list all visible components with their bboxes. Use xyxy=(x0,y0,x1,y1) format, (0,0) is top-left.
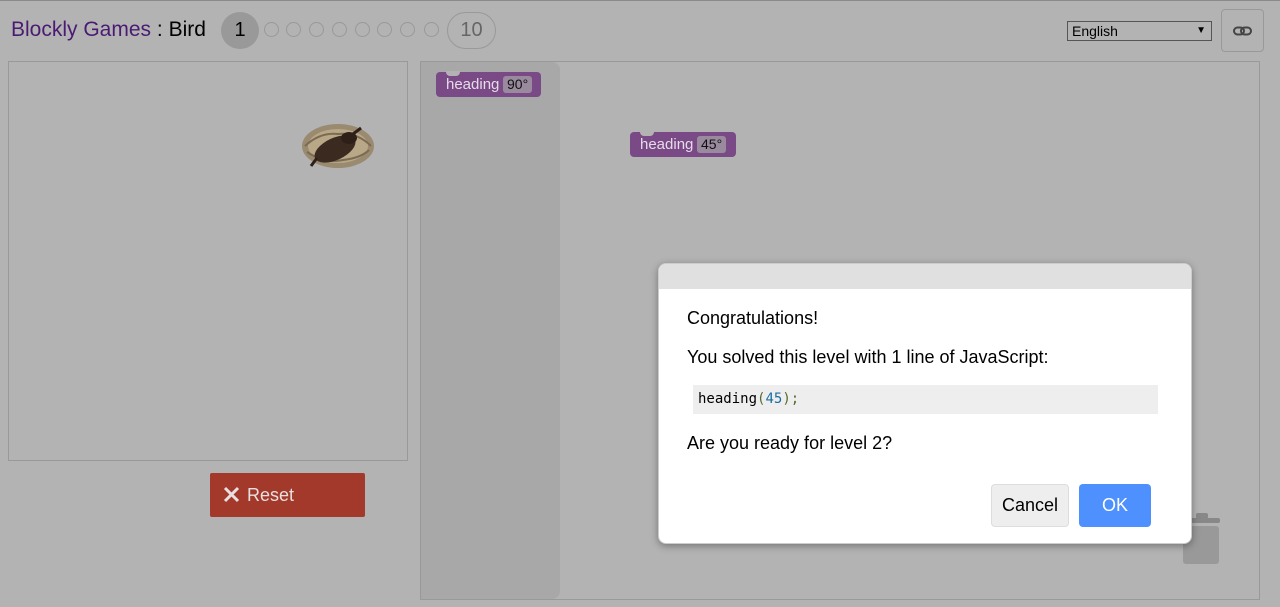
reset-button[interactable]: Reset xyxy=(210,473,365,517)
level-last[interactable]: 10 xyxy=(447,12,496,49)
code-argument: 45 xyxy=(765,391,783,407)
ok-button[interactable]: OK xyxy=(1079,484,1151,527)
level-dot[interactable] xyxy=(400,22,415,37)
game-canvas xyxy=(8,61,408,461)
block-notch xyxy=(640,131,654,136)
top-border xyxy=(0,0,1280,1)
block-toolbox-flyout xyxy=(421,62,560,599)
block-angle-field[interactable]: 90° xyxy=(503,76,533,93)
level-dot[interactable] xyxy=(355,22,370,37)
link-button[interactable] xyxy=(1221,9,1264,52)
dialog-question: Are you ready for level 2? xyxy=(687,433,893,453)
link-icon xyxy=(1233,26,1252,36)
cancel-button[interactable]: Cancel xyxy=(991,484,1069,527)
app-name-link[interactable]: Blockly Games xyxy=(11,18,151,41)
title-separator: : xyxy=(151,18,169,41)
level-current[interactable]: 1 xyxy=(221,12,259,49)
code-snippet: heading(45); xyxy=(693,385,1158,414)
dialog-title-bar[interactable] xyxy=(659,264,1191,289)
reset-button-label: Reset xyxy=(247,485,295,505)
level-dot[interactable] xyxy=(286,22,301,37)
level-dot[interactable] xyxy=(264,22,279,37)
language-selected-value: English xyxy=(1072,23,1118,39)
block-keyword: heading xyxy=(446,76,500,93)
congratulations-dialog: Congratulations! You solved this level w… xyxy=(658,263,1192,544)
workspace-heading-block[interactable]: heading 45° xyxy=(630,131,736,157)
page-title: Blockly Games : Bird xyxy=(11,18,206,42)
level-dot[interactable] xyxy=(332,22,347,37)
flyout-heading-block[interactable]: heading 90° xyxy=(436,71,541,97)
code-close: ); xyxy=(782,391,800,407)
game-name: Bird xyxy=(168,18,206,41)
level-dot[interactable] xyxy=(424,22,439,37)
code-function: heading xyxy=(698,391,758,407)
dropdown-arrow-icon: ▼ xyxy=(1196,25,1206,36)
block-angle-field[interactable]: 45° xyxy=(697,136,727,153)
level-dot[interactable] xyxy=(377,22,392,37)
language-select[interactable]: English ▼ xyxy=(1067,21,1212,41)
dialog-heading: Congratulations! xyxy=(687,308,819,328)
bird-nest-image xyxy=(302,124,374,168)
dialog-message: You solved this level with 1 line of Jav… xyxy=(687,347,1049,367)
level-dot[interactable] xyxy=(309,22,324,37)
close-icon xyxy=(223,486,240,508)
block-notch xyxy=(446,71,460,76)
block-keyword: heading xyxy=(640,136,694,153)
